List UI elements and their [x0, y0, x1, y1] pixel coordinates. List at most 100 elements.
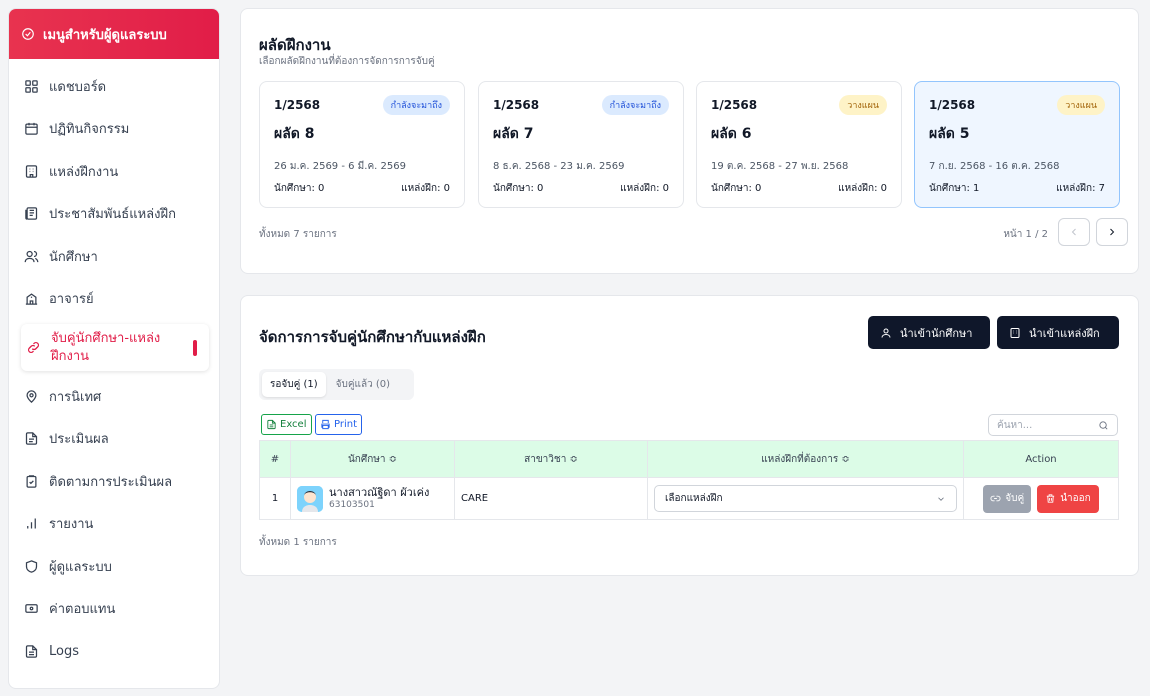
- sidebar: เมนูสำหรับผู้ดูแลระบบ แดชบอร์ด ปฏิทินกิจ…: [8, 8, 220, 689]
- sidebar-item-compensation[interactable]: ค่าตอบแทน: [9, 588, 219, 631]
- sidebar-item-admins[interactable]: ผู้ดูแลระบบ: [9, 545, 219, 588]
- col-student[interactable]: นักศึกษา ≎: [290, 440, 455, 478]
- page-info: หน้า 1 / 2: [1003, 229, 1048, 240]
- matching-tabs: รอจับคู่ (1) จับคู่แล้ว (0): [259, 369, 414, 400]
- batches-subtitle: เลือกผลัดฝึกงานที่ต้องการจัดการการจับคู่: [259, 56, 435, 67]
- school-icon: [23, 291, 39, 307]
- batch-card[interactable]: 1/2568 กำลังจะมาถึง ผลัด 7 8 ธ.ค. 2568 -…: [478, 81, 684, 208]
- batch-name: ผลัด 7: [493, 126, 534, 142]
- tab-paired[interactable]: จับคู่แล้ว (0): [328, 372, 398, 397]
- search-input[interactable]: ค้นหา...: [988, 414, 1118, 436]
- status-badge: กำลังจะมาถึง: [601, 95, 669, 115]
- table-row: 1 นางสาวณัฐิดา ผัวเค่ง 63103501 CARE เลื…: [259, 477, 1119, 520]
- trash-icon: [1047, 494, 1055, 503]
- sidebar-item-logs[interactable]: Logs: [9, 630, 219, 673]
- sidebar-item-tracking[interactable]: ติดตามการประเมินผล: [9, 460, 219, 503]
- news-icon: [23, 206, 39, 222]
- sidebar-item-label: แหล่งฝึกงาน: [49, 164, 119, 180]
- chevron-right-icon: [1110, 228, 1115, 236]
- sidebar-header: เมนูสำหรับผู้ดูแลระบบ: [9, 9, 219, 59]
- col-place[interactable]: แหล่งฝึกที่ต้องการ ≎: [647, 440, 964, 478]
- batch-students: นักศึกษา: 0: [493, 183, 544, 194]
- shield-icon: [23, 558, 39, 574]
- sidebar-item-label: แดชบอร์ด: [49, 79, 107, 95]
- sidebar-item-label: รายงาน: [49, 517, 94, 533]
- import-places-label: นำเข้าแหล่งฝึก: [1029, 326, 1100, 340]
- col-action: Action: [963, 440, 1119, 478]
- action-cell: จับคู่ นำออก: [963, 477, 1119, 520]
- sidebar-item-label: ประชาสัมพันธ์แหล่งฝึก: [49, 207, 176, 223]
- batch-dates: 19 ต.ค. 2568 - 27 พ.ย. 2568: [711, 161, 849, 172]
- building-icon: [1010, 327, 1020, 338]
- sidebar-item-places[interactable]: แหล่งฝึกงาน: [9, 150, 219, 193]
- batch-students: นักศึกษา: 1: [929, 183, 980, 194]
- row-number: 1: [259, 477, 291, 520]
- sidebar-menu: แดชบอร์ด ปฏิทินกิจกรรม แหล่งฝึกงาน ประชา…: [9, 59, 219, 679]
- status-badge: วางแผน: [1057, 95, 1105, 115]
- avatar: [297, 485, 323, 512]
- batch-dates: 8 ธ.ค. 2568 - 23 ม.ค. 2569: [493, 161, 625, 172]
- batch-card[interactable]: 1/2568 วางแผน ผลัด 6 19 ต.ค. 2568 - 27 พ…: [696, 81, 902, 208]
- batch-name: ผลัด 8: [274, 126, 315, 142]
- calendar-icon: [23, 121, 39, 137]
- batch-name: ผลัด 5: [929, 126, 970, 142]
- place-select[interactable]: เลือกแหล่งฝึก: [654, 485, 957, 512]
- matching-total: ทั้งหมด 1 รายการ: [259, 537, 337, 548]
- sidebar-item-label: ผู้ดูแลระบบ: [49, 559, 112, 575]
- print-button[interactable]: Print: [315, 414, 363, 435]
- excel-label: Excel: [280, 419, 307, 430]
- status-badge: กำลังจะมาถึง: [382, 95, 450, 115]
- sidebar-item-calendar[interactable]: ปฏิทินกิจกรรม: [9, 108, 219, 151]
- spreadsheet-icon: [267, 419, 276, 430]
- excel-button[interactable]: Excel: [261, 414, 312, 435]
- batch-card-selected[interactable]: 1/2568 วางแผน ผลัด 5 7 ก.ย. 2568 - 16 ต.…: [914, 81, 1120, 208]
- prev-page-button[interactable]: [1058, 218, 1090, 246]
- import-students-button[interactable]: นำเข้านักศึกษา: [868, 316, 990, 349]
- batch-places: แหล่งฝึก: 0: [620, 183, 669, 194]
- sidebar-item-students[interactable]: นักศึกษา: [9, 235, 219, 278]
- user-icon: [881, 328, 891, 338]
- sidebar-item-supervision[interactable]: การนิเทศ: [9, 375, 219, 418]
- student-name: นางสาวณัฐิดา ผัวเค่ง: [329, 486, 430, 500]
- batch-term: 1/2568: [493, 98, 540, 112]
- pair-button[interactable]: จับคู่: [983, 484, 1032, 513]
- sidebar-item-label: ติดตามการประเมินผล: [49, 474, 173, 490]
- bar-chart-icon: [23, 516, 39, 532]
- document-icon: [23, 431, 39, 447]
- matching-table: # นักศึกษา ≎ สาขาวิชา ≎ แหล่งฝึกที่ต้องก…: [259, 440, 1119, 520]
- location-icon: [23, 388, 39, 404]
- col-number: #: [259, 440, 291, 478]
- import-places-button[interactable]: นำเข้าแหล่งฝึก: [997, 316, 1119, 349]
- batch-card[interactable]: 1/2568 กำลังจะมาถึง ผลัด 8 26 ม.ค. 2569 …: [259, 81, 465, 208]
- table-header-row: # นักศึกษา ≎ สาขาวิชา ≎ แหล่งฝึกที่ต้องก…: [259, 440, 1119, 478]
- import-students-label: นำเข้านักศึกษา: [900, 326, 973, 340]
- batch-students: นักศึกษา: 0: [711, 183, 762, 194]
- search-placeholder: ค้นหา...: [997, 419, 1033, 431]
- sidebar-item-news[interactable]: ประชาสัมพันธ์แหล่งฝึก: [9, 193, 219, 236]
- dashboard-icon: [23, 78, 39, 94]
- batches-total: ทั้งหมด 7 รายการ: [259, 229, 337, 240]
- sidebar-item-reports[interactable]: รายงาน: [9, 503, 219, 546]
- tab-waiting[interactable]: รอจับคู่ (1): [262, 372, 326, 397]
- building-icon: [23, 163, 39, 179]
- sidebar-item-dashboard[interactable]: แดชบอร์ด: [9, 65, 219, 108]
- sidebar-item-label: นักศึกษา: [49, 249, 98, 265]
- sidebar-item-evaluation[interactable]: ประเมินผล: [9, 418, 219, 461]
- sidebar-item-matching[interactable]: จับคู่นักศึกษา-แหล่งฝึกงาน: [21, 324, 209, 372]
- sidebar-item-label: อาจารย์: [49, 292, 94, 308]
- batch-name: ผลัด 6: [711, 126, 752, 142]
- status-badge: วางแผน: [839, 95, 887, 115]
- batch-places: แหล่งฝึก: 0: [401, 183, 450, 194]
- col-major[interactable]: สาขาวิชา ≎: [454, 440, 648, 478]
- batch-term: 1/2568: [274, 98, 321, 112]
- batch-places: แหล่งฝึก: 7: [1056, 183, 1105, 194]
- matching-title: จัดการการจับคู่นักศึกษากับแหล่งฝึก: [259, 328, 486, 346]
- chevron-down-icon: [938, 496, 944, 501]
- remove-button[interactable]: นำออก: [1037, 484, 1099, 513]
- next-page-button[interactable]: [1096, 218, 1128, 246]
- sidebar-item-label: Logs: [49, 643, 79, 659]
- sidebar-item-label: จับคู่นักศึกษา-แหล่งฝึกงาน: [51, 331, 161, 364]
- file-text-icon: [23, 643, 39, 659]
- sidebar-item-teachers[interactable]: อาจารย์: [9, 278, 219, 321]
- link-icon: [25, 340, 41, 356]
